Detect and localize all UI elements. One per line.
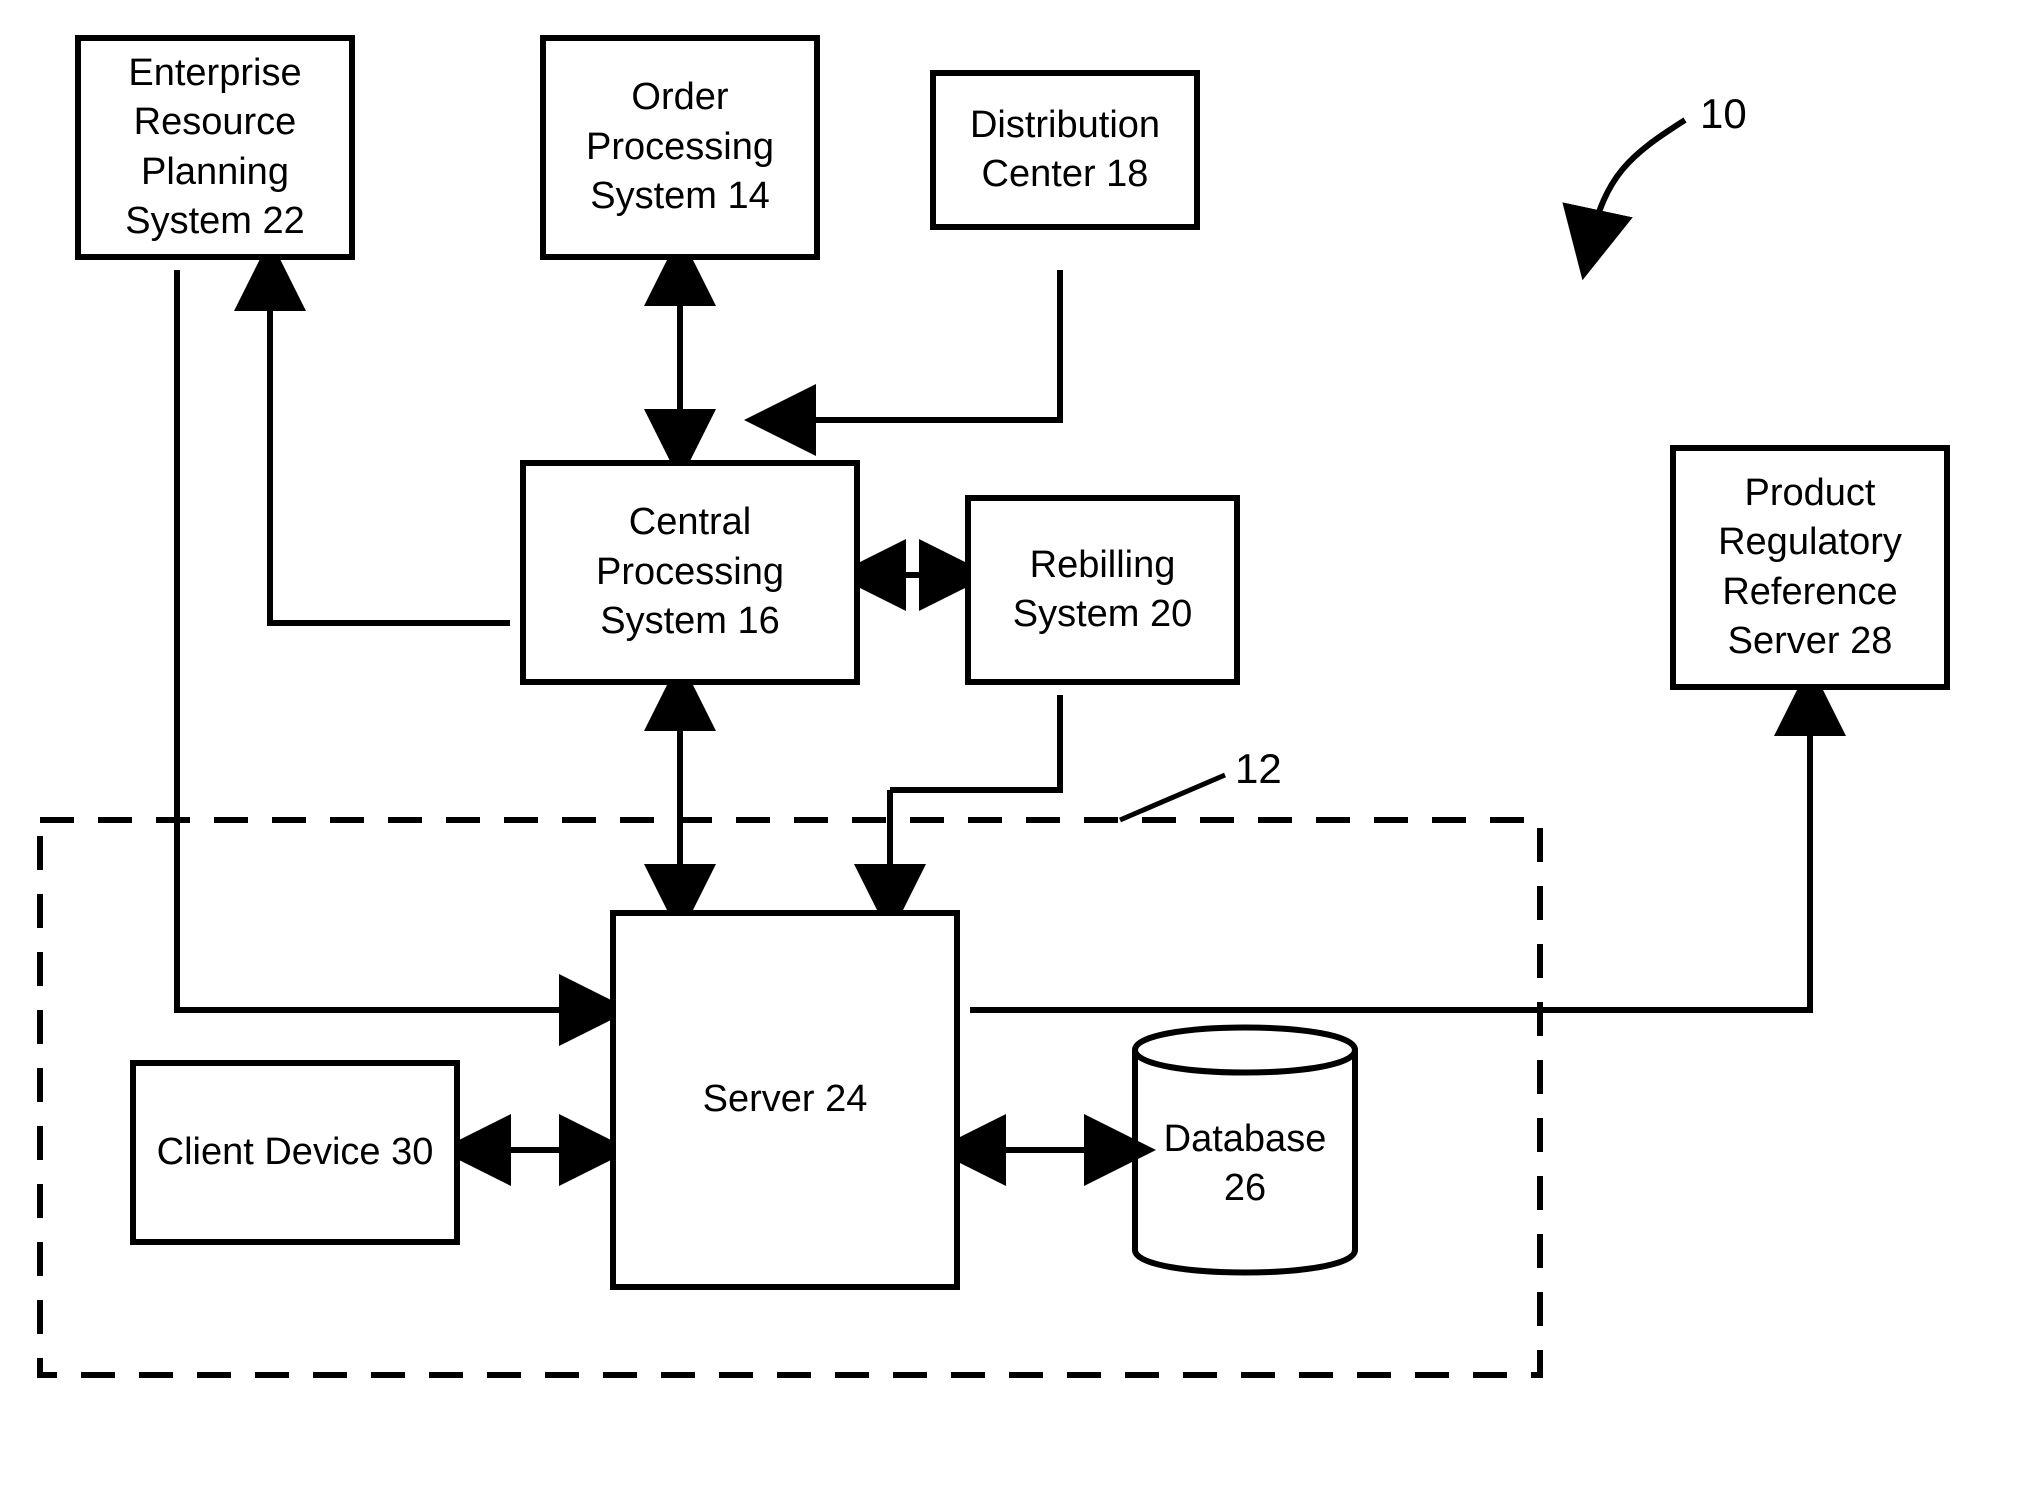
conn-central-erp — [270, 275, 510, 623]
box-central-label: Central Processing System 16 — [536, 498, 844, 646]
conn-server-product — [970, 700, 1810, 1010]
figure-ref-arrow — [1590, 120, 1685, 245]
group-ref-label: 12 — [1235, 745, 1282, 793]
box-central: Central Processing System 16 — [520, 460, 860, 685]
box-database: Database 26 — [1140, 1115, 1350, 1214]
box-client-label: Client Device 30 — [157, 1128, 434, 1177]
conn-dist-central-path — [790, 270, 1060, 420]
box-client: Client Device 30 — [130, 1060, 460, 1245]
box-erp: Enterprise Resource Planning System 22 — [75, 35, 355, 260]
box-dist: Distribution Center 18 — [930, 70, 1200, 230]
box-order-label: Order Processing System 14 — [556, 73, 804, 221]
box-product: Product Regulatory Reference Server 28 — [1670, 445, 1950, 690]
group-ref-leader — [1120, 775, 1225, 820]
box-erp-label: Enterprise Resource Planning System 22 — [91, 49, 339, 247]
box-rebill: Rebilling System 20 — [965, 495, 1240, 685]
box-dist-label: Distribution Center 18 — [946, 101, 1184, 200]
box-database-label: Database 26 — [1164, 1118, 1327, 1209]
conn-rebill-server-path — [890, 695, 1060, 790]
box-rebill-label: Rebilling System 20 — [981, 541, 1224, 640]
box-order: Order Processing System 14 — [540, 35, 820, 260]
figure-ref-label: 10 — [1700, 90, 1747, 138]
diagram-canvas: Enterprise Resource Planning System 22 O… — [0, 0, 2027, 1500]
box-product-label: Product Regulatory Reference Server 28 — [1686, 469, 1934, 667]
box-server-label: Server 24 — [703, 1075, 868, 1124]
box-server: Server 24 — [610, 910, 960, 1290]
